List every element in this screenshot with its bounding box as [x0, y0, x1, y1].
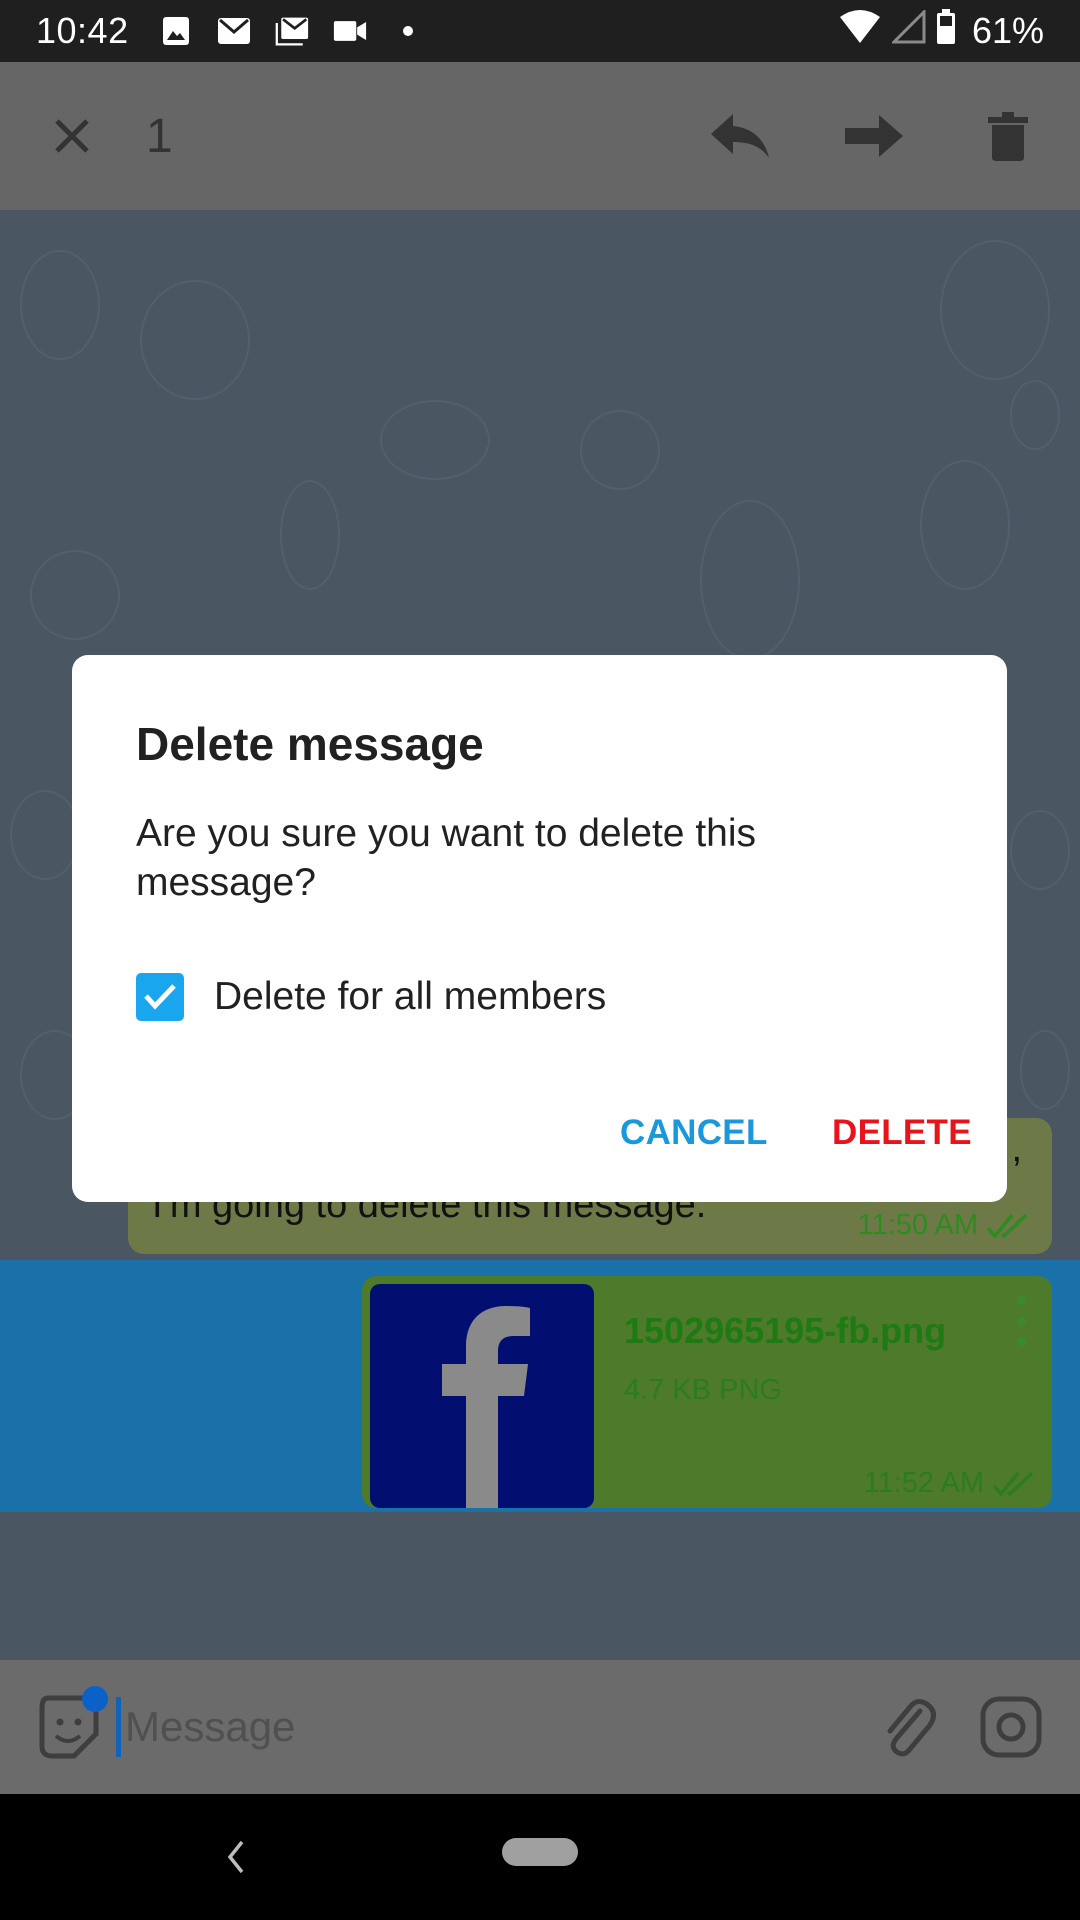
checkmark-icon — [144, 984, 176, 1010]
dialog-title: Delete message — [136, 718, 484, 770]
message-meta: 11:52 AM — [864, 1467, 1036, 1500]
background-doodle — [20, 250, 100, 360]
message-input-bar — [0, 1660, 1080, 1794]
double-check-icon — [986, 1213, 1028, 1239]
cancel-button[interactable]: CANCEL — [620, 1113, 768, 1153]
background-doodle — [380, 400, 490, 480]
menu-dot — [1016, 1296, 1026, 1305]
facebook-logo-icon — [442, 1306, 530, 1508]
wifi-icon — [838, 9, 882, 54]
background-doodle — [1020, 1030, 1070, 1110]
file-name: 1502965195-fb.png — [624, 1310, 947, 1351]
file-size: 4.7 KB PNG — [624, 1374, 782, 1406]
background-doodle — [140, 280, 250, 400]
selection-toolbar: 1 — [0, 62, 1080, 210]
close-icon — [55, 119, 89, 153]
background-doodle — [1010, 380, 1060, 450]
message-input[interactable] — [125, 1703, 685, 1751]
selected-count: 1 — [146, 109, 173, 163]
forward-icon — [845, 115, 903, 157]
background-doodle — [580, 410, 660, 490]
cellular-signal-icon — [890, 7, 926, 53]
delete-confirm-button[interactable]: DELETE — [832, 1113, 972, 1153]
background-doodle — [10, 790, 80, 880]
notification-dot — [82, 1686, 108, 1712]
instagram-camera-icon — [980, 1696, 1042, 1758]
video-camera-icon — [333, 16, 367, 46]
file-thumbnail[interactable] — [370, 1284, 594, 1508]
reply-icon — [711, 114, 769, 158]
menu-dot — [1016, 1316, 1026, 1326]
message-time: 11:50 AM — [857, 1209, 978, 1241]
dialog-message: Are you sure you want to delete this mes… — [136, 812, 757, 904]
delete-message-dialog: Delete message Are you sure you want to … — [72, 655, 1007, 1202]
background-doodle — [280, 480, 340, 590]
delete-for-all-option[interactable]: Delete for all members — [136, 973, 606, 1021]
status-time: 10:42 — [36, 10, 129, 51]
forward-button[interactable] — [838, 100, 910, 172]
menu-dot — [1016, 1337, 1026, 1346]
trash-icon — [988, 112, 1028, 161]
background-doodle — [920, 460, 1010, 590]
navigation-bar — [0, 1794, 1080, 1920]
delete-for-all-checkbox[interactable] — [136, 973, 184, 1021]
back-chevron-icon — [227, 1840, 244, 1874]
reply-button[interactable] — [704, 100, 776, 172]
background-doodle — [940, 240, 1050, 380]
background-doodle — [1010, 810, 1070, 890]
status-bar: 10:42 61% — [0, 0, 1080, 62]
message-time: 11:52 AM — [863, 1467, 984, 1499]
gmail-icon — [217, 16, 251, 46]
gmail-stack-icon — [275, 16, 309, 46]
back-button[interactable] — [218, 1832, 254, 1882]
attach-button[interactable] — [876, 1695, 940, 1759]
file-menu-button[interactable] — [1014, 1296, 1028, 1346]
image-icon — [159, 16, 193, 46]
message-partial-char: , — [1011, 1128, 1022, 1170]
double-check-icon — [992, 1471, 1034, 1497]
battery-percent: 61% — [971, 10, 1044, 51]
message-meta: 11:50 AM — [858, 1209, 1030, 1242]
delete-button[interactable] — [972, 100, 1044, 172]
background-doodle — [30, 550, 120, 640]
paperclip-icon — [887, 1699, 936, 1757]
file-message-bubble[interactable]: 1502965195-fb.png 4.7 KB PNG 11:52 AM — [362, 1276, 1052, 1508]
background-doodle — [700, 500, 800, 660]
home-button[interactable] — [502, 1838, 578, 1866]
text-cursor — [116, 1697, 121, 1757]
camera-button[interactable] — [978, 1694, 1044, 1760]
dot-icon — [391, 16, 425, 46]
close-selection-button[interactable] — [36, 100, 108, 172]
sticker-button[interactable] — [38, 1686, 108, 1760]
battery-icon — [936, 8, 956, 54]
checkbox-label: Delete for all members — [214, 975, 607, 1018]
